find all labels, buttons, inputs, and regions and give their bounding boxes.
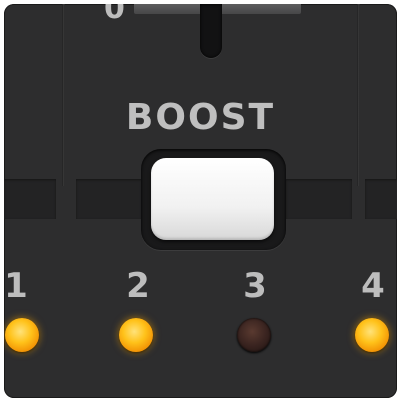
channel-number-3: 3 bbox=[243, 266, 267, 306]
channel-led-1 bbox=[5, 318, 39, 352]
channel-led-3 bbox=[237, 318, 271, 352]
fader-slot[interactable] bbox=[200, 4, 222, 58]
boost-button[interactable] bbox=[151, 158, 274, 240]
channel-led-4 bbox=[355, 318, 389, 352]
rail-segment bbox=[4, 179, 56, 219]
rail-segment bbox=[76, 179, 142, 219]
rail-segment bbox=[365, 179, 397, 219]
channel-number-4: 4 bbox=[361, 266, 385, 306]
channel-number-1: 1 bbox=[4, 266, 28, 306]
panel-divider bbox=[357, 4, 360, 186]
rail-segment bbox=[286, 179, 352, 219]
scale-digit: 0 bbox=[104, 4, 125, 26]
boost-label: BOOST bbox=[125, 97, 276, 138]
channel-led-2 bbox=[119, 318, 153, 352]
panel-divider bbox=[62, 4, 65, 186]
boost-panel: 0 BOOST 1 2 3 4 bbox=[4, 4, 397, 398]
channel-number-2: 2 bbox=[126, 266, 150, 306]
